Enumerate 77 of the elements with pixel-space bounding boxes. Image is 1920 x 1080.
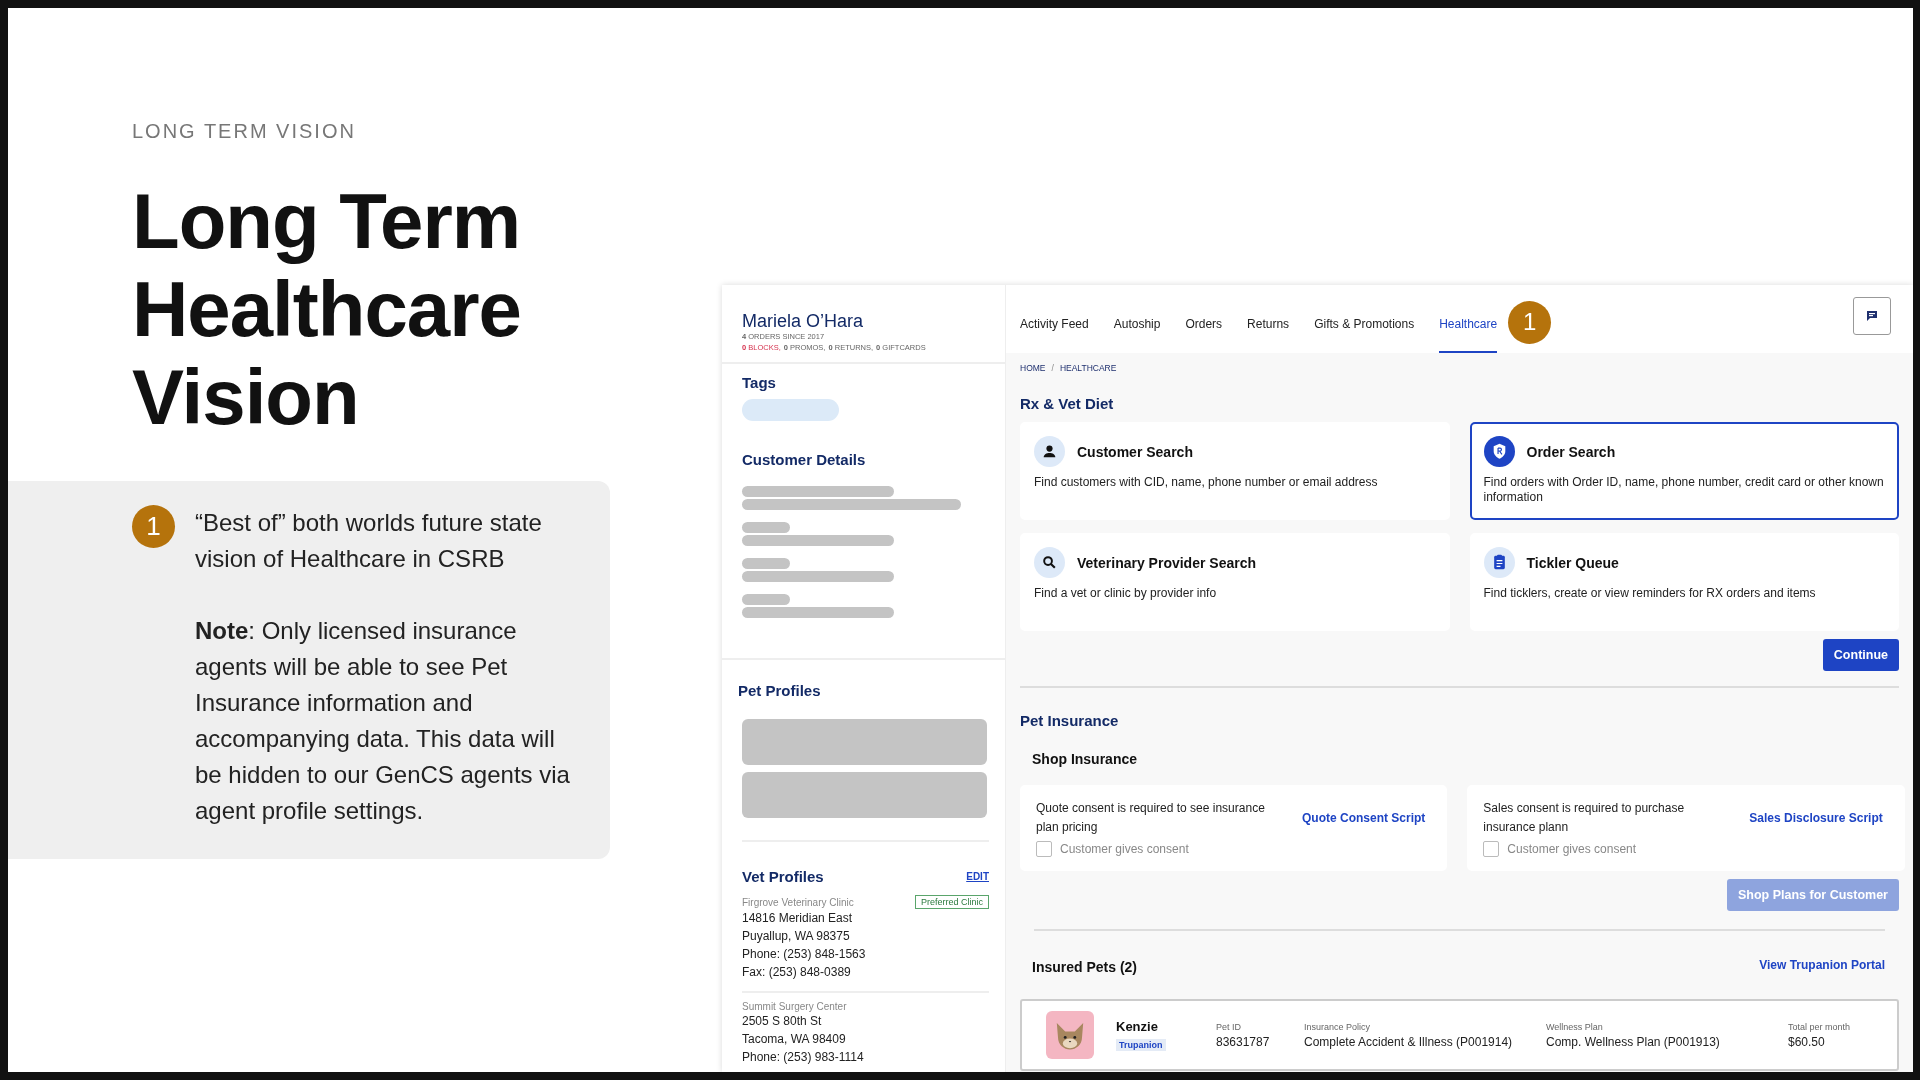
search-option-card[interactable]: Order Search Find orders with Order ID, name, phone number, credit card or other known information <box>1469 422 1899 520</box>
portal-link[interactable]: View Trupanion Portal <box>1759 958 1885 972</box>
subsection-title: Shop Insurance <box>1032 751 1139 767</box>
number-badge: 1 <box>132 505 175 548</box>
clinic-address-line: Puyallup, WA 98375 <box>742 928 851 945</box>
field-value: Complete Accident & Illness (P001914) <box>1304 1034 1514 1049</box>
chat-icon <box>1866 310 1878 322</box>
subsection-title: Insured Pets (2) <box>1032 959 1138 975</box>
search-option-card[interactable]: Customer Search Find customers with CID, name, phone number or email address <box>1020 422 1450 520</box>
nav-tab[interactable]: Orders <box>1185 285 1223 353</box>
field-label: Pet ID <box>1216 1021 1242 1032</box>
breadcrumb-link[interactable]: HOME <box>1020 363 1046 373</box>
field-label: Total per month <box>1788 1021 1851 1032</box>
clinic-address-line: Phone: (253) 983-1114 <box>742 1049 865 1066</box>
field-label: Insurance Policy <box>1304 1021 1372 1032</box>
field-value: Comp. Wellness Plan (P001913) <box>1546 1034 1721 1049</box>
card-title: Veterinary Provider Search <box>1077 554 1256 571</box>
field-value: 83631787 <box>1216 1034 1271 1049</box>
card-description: Find ticklers, create or view reminders for RX orders and items <box>1483 586 1817 601</box>
card-description: Find customers with CID, name, phone number or email address <box>1034 475 1379 490</box>
continue-button[interactable]: Continue <box>1822 639 1899 671</box>
consent-text: Quote consent is required to see insurance plan pricing <box>1036 800 1266 836</box>
section-title: Rx & Vet Diet <box>1020 395 1115 412</box>
consent-text: Sales consent is required to purchase insurance plann <box>1483 800 1686 836</box>
callout-text: “Best of” both worlds future state vision of Healthcare in CSRB <box>195 508 543 574</box>
breadcrumb-link[interactable]: HEALTHCARE <box>1059 363 1117 373</box>
nav-tab[interactable]: Returns <box>1247 285 1290 353</box>
consent-checkbox[interactable] <box>1036 841 1052 857</box>
number-badge: 1 <box>1508 300 1552 344</box>
customer-name: Mariela O’Hara <box>742 311 865 332</box>
callout-note: Note: Only licensed insurance agents will be able to see Pet Insurance information and accompanying data. This data will be hidden to our GenCS agents via agent profile settings. <box>195 616 571 826</box>
clinic-name: Summit Surgery Center <box>742 1001 847 1012</box>
nav-tab[interactable]: Healthcare <box>1439 285 1498 353</box>
cat-drawing <box>1046 1011 1094 1059</box>
nav-tab[interactable]: Activity Feed <box>1020 285 1089 353</box>
consent-checkbox[interactable] <box>1483 841 1500 857</box>
field-label: Wellness Plan <box>1546 1021 1604 1032</box>
person-icon <box>1034 436 1065 467</box>
clinic-name: Firgrove Veterinary Clinic <box>742 896 854 908</box>
field-value: $60.50 <box>1788 1034 1826 1049</box>
section-title: Vet Profiles <box>742 868 824 885</box>
placeholder-bar <box>742 594 790 605</box>
placeholder-bar <box>742 522 790 533</box>
slide-title: Long Term Healthcare Vision <box>132 177 522 441</box>
provider-tag: Trupanion <box>1116 1038 1166 1051</box>
pet-name: Kenzie <box>1116 1018 1159 1034</box>
section-title: Pet Profiles <box>738 682 822 699</box>
card-description: Find orders with Order ID, name, phone number, credit card or other known information <box>1483 475 1885 505</box>
preferred-badge: Preferred Clinic <box>914 895 989 909</box>
slide-eyebrow: LONG TERM VISION <box>132 120 357 143</box>
edit-link[interactable]: EDIT <box>966 871 989 882</box>
card-title: Customer Search <box>1077 443 1193 460</box>
script-link[interactable]: Sales Disclosure Script <box>1749 811 1883 825</box>
nav-tab[interactable]: Autoship <box>1113 285 1161 353</box>
search-option-card[interactable]: Tickler Queue Find ticklers, create or view reminders for RX orders and items <box>1469 533 1899 631</box>
clinic-address-line: Phone: (253) 848-1563 <box>742 946 867 963</box>
card-title: Order Search <box>1526 443 1616 460</box>
clipboard-icon <box>1483 547 1515 578</box>
chat-button[interactable] <box>1853 297 1891 335</box>
script-link[interactable]: Quote Consent Script <box>1302 811 1426 825</box>
clinic-address-line: Fax: (253) 848-0389 <box>742 964 852 981</box>
section-title: Pet Insurance <box>1020 712 1120 729</box>
breadcrumb-separator: / <box>1051 363 1054 373</box>
clinic-address-line: Tacoma, WA 98409 <box>742 1031 847 1048</box>
search-option-card[interactable]: Veterinary Provider Search Find a vet or clinic by provider info <box>1020 533 1450 631</box>
section-title: Tags <box>742 374 777 391</box>
checkbox-label: Customer gives consent <box>1507 842 1637 856</box>
search-icon <box>1034 547 1065 578</box>
nav-tab[interactable]: Gifts & Promotions <box>1314 285 1415 353</box>
shield-icon <box>1483 436 1515 467</box>
placeholder-bar <box>742 558 790 569</box>
clinic-address-line: 2505 S 80th St <box>742 1013 823 1030</box>
card-description: Find a vet or clinic by provider info <box>1034 586 1218 601</box>
checkbox-label: Customer gives consent <box>1060 842 1189 856</box>
clinic-address-line: 14816 Meridian East <box>742 910 854 927</box>
card-title: Tickler Queue <box>1526 554 1619 571</box>
section-title: Customer Details <box>742 451 867 468</box>
